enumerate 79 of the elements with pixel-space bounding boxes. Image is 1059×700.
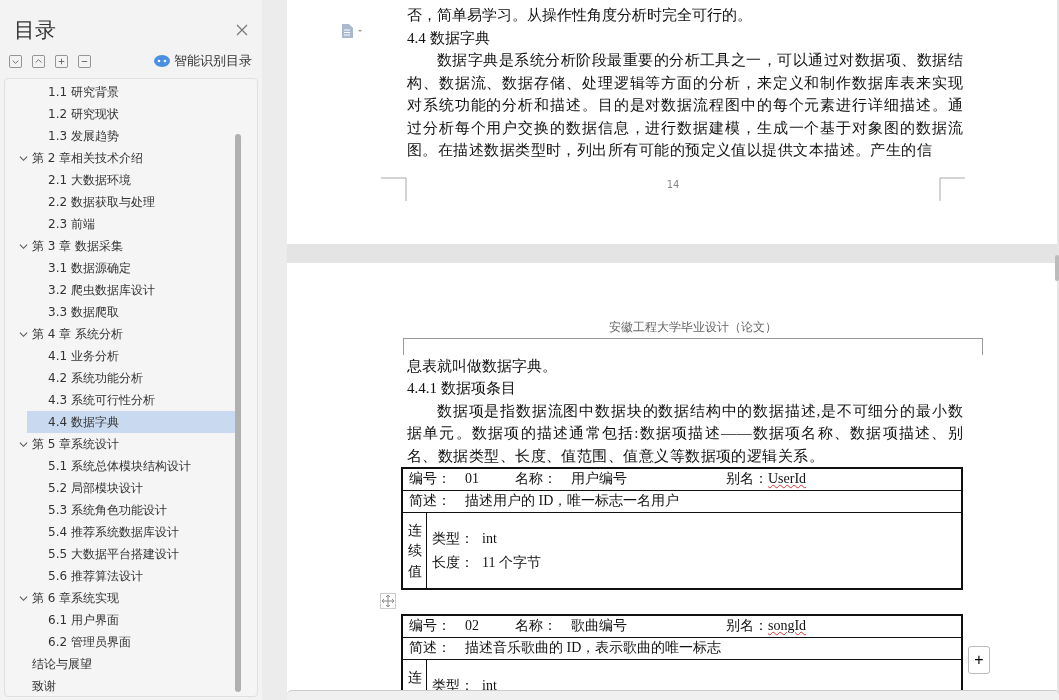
table-cell-text: 01 bbox=[465, 470, 480, 489]
table-label: 类型： bbox=[432, 530, 475, 549]
collapse-icon[interactable] bbox=[32, 54, 45, 68]
table-label: 简述： bbox=[409, 492, 452, 511]
robot-icon bbox=[154, 55, 170, 67]
body-paragraph: 数据字典是系统分析阶段最重要的分析工具之一，可以通过对数据项、数据结构、数据流、数据存储、处理逻辑等方面的分析，来定义和制作数据库表来实现对系统功能的分析和描述。目的是对数据流程图中的每个元素进行详细描述。通过分析每个用户交换的数据信息，进行数据建模，生成一个基于对象图的数据流图。在描述数据类型时，列出所有可能的预定义值以提供文本描述。产生的信 bbox=[407, 51, 963, 160]
expand-icon[interactable] bbox=[9, 54, 22, 68]
table-label: 别名： bbox=[726, 617, 768, 636]
table-label: 名称： bbox=[515, 470, 558, 489]
toc-item[interactable]: 2.2 数据获取与处理 bbox=[27, 191, 237, 213]
table-cell-text: songId bbox=[768, 617, 807, 636]
table-label: 长度： bbox=[432, 554, 475, 573]
toc-item[interactable]: 第 3 章 数据采集 bbox=[5, 235, 237, 257]
body-text: 息表就叫做数据字典。 bbox=[407, 356, 558, 376]
corner-mark bbox=[381, 176, 407, 201]
table-cell-text: 歌曲编号 bbox=[571, 617, 628, 636]
move-handle-icon[interactable] bbox=[380, 593, 396, 609]
chevron-icon[interactable] bbox=[19, 153, 28, 163]
toc-item[interactable]: 第 5 章系统设计 bbox=[5, 433, 237, 455]
toc-item[interactable]: 6.2 管理员界面 bbox=[27, 631, 237, 653]
body-text: 否，简单易学习。从操作性角度分析时完全可行的。 bbox=[407, 6, 753, 25]
remove-icon[interactable] bbox=[78, 54, 91, 68]
table-cell-text: 02 bbox=[465, 617, 480, 636]
table-cell-text: int bbox=[482, 530, 497, 549]
toc-item[interactable]: 5.4 推荐系统数据库设计 bbox=[27, 521, 237, 543]
toc-item[interactable]: 结论与展望 bbox=[5, 653, 237, 675]
table-cell-text: 用户编号 bbox=[571, 470, 628, 489]
corner-mark bbox=[939, 176, 965, 201]
horizontal-scrollbar[interactable] bbox=[287, 690, 1059, 700]
table-cell-text: int bbox=[482, 677, 497, 695]
toc-item[interactable]: 2.3 前端 bbox=[27, 213, 237, 235]
toc-item[interactable]: 3.3 数据爬取 bbox=[27, 301, 237, 323]
section-heading: 4.4 数据字典 bbox=[407, 28, 491, 48]
page-header: 安徽工程大学毕业设计（论文） bbox=[608, 318, 778, 336]
chevron-icon[interactable] bbox=[19, 439, 28, 449]
toc-item[interactable]: 2.1 大数据环境 bbox=[27, 169, 237, 191]
page-number: 14 bbox=[666, 178, 680, 190]
toc-item[interactable]: 6.1 用户界面 bbox=[27, 609, 237, 631]
toc-item[interactable]: 5.3 系统角色功能设计 bbox=[27, 499, 237, 521]
table-label: 简述： bbox=[409, 639, 452, 658]
toc-item[interactable]: 1.3 发展趋势 bbox=[27, 125, 237, 147]
table-label: 别名： bbox=[726, 470, 768, 489]
toc-item[interactable]: 1.2 研究现状 bbox=[27, 103, 237, 125]
add-button[interactable]: + bbox=[968, 645, 990, 674]
toc-item[interactable]: 5.5 大数据平台搭建设计 bbox=[27, 543, 237, 565]
close-icon[interactable] bbox=[236, 24, 248, 36]
toc-item[interactable]: 致谢 bbox=[5, 675, 237, 696]
body-paragraph: 数据项是指数据流图中数据块的数据结构中的数据描述,是不可细分的最小数据单元。数据项的描述通常包括:数据项描述——数据项名称、数据项描述、别名、数据类型、长度、值范围、值意义等数据项的逻辑关系。 bbox=[407, 401, 963, 466]
table-label: 编号： bbox=[409, 470, 452, 489]
toc-item[interactable]: 3.2 爬虫数据库设计 bbox=[27, 279, 237, 301]
table-cell-text: UserId bbox=[768, 470, 807, 489]
toc-item[interactable]: 5.6 推荐算法设计 bbox=[27, 565, 237, 587]
table-label: 名称： bbox=[515, 617, 558, 636]
table-label: 连续值 bbox=[407, 522, 422, 581]
smart-toc-button[interactable]: 智能识别目录 bbox=[152, 52, 254, 70]
panel-title: 目录 bbox=[14, 17, 56, 44]
toc-item[interactable]: 5.1 系统总体模块结构设计 bbox=[27, 455, 237, 477]
chevron-icon[interactable] bbox=[19, 593, 28, 603]
toc-item[interactable]: 第 4 章 系统分析 bbox=[5, 323, 237, 345]
table-label: 编号： bbox=[409, 617, 452, 636]
scrollbar-thumb[interactable] bbox=[1055, 255, 1059, 281]
table-label: 连 bbox=[407, 669, 422, 687]
toc-item[interactable]: 4.1 业务分析 bbox=[27, 345, 237, 367]
toc-item[interactable]: 第 6 章系统实现 bbox=[5, 587, 237, 609]
chevron-icon[interactable] bbox=[19, 329, 28, 339]
toc-item[interactable]: 3.1 数据源确定 bbox=[27, 257, 237, 279]
toc-item[interactable]: 4.4 数据字典 bbox=[27, 411, 237, 433]
toc-item[interactable]: 4.3 系统可行性分析 bbox=[27, 389, 237, 411]
toc-item[interactable]: 5.2 局部模块设计 bbox=[27, 477, 237, 499]
add-icon[interactable] bbox=[55, 54, 68, 68]
subsection-heading: 4.4.1 数据项条目 bbox=[407, 379, 517, 399]
toc-item[interactable]: 4.2 系统功能分析 bbox=[27, 367, 237, 389]
toc-item[interactable]: 1.1 研究背景 bbox=[27, 81, 237, 103]
scrollbar-thumb[interactable] bbox=[235, 134, 241, 692]
table-cell-text: 11 个字节 bbox=[482, 554, 541, 573]
chevron-icon[interactable] bbox=[19, 241, 28, 251]
toc-item[interactable]: 第 2 章相关技术介绍 bbox=[5, 147, 237, 169]
table-cell-text: 描述用户的 ID，唯一标志一名用户 bbox=[465, 492, 680, 511]
table-cell-text: 描述音乐歌曲的 ID，表示歌曲的唯一标志 bbox=[465, 639, 722, 658]
